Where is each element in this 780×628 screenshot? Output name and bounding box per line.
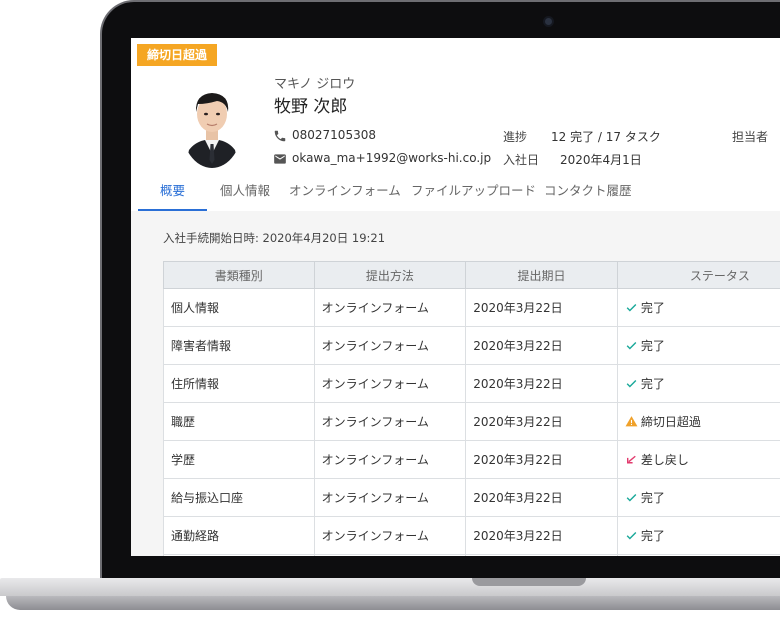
tab-bar: 概要 個人情報 オンラインフォーム ファイルアップロード コンタクト履歴: [131, 179, 780, 211]
due-date-cell: 2020年3月22日: [465, 326, 618, 365]
tab-contact-history[interactable]: コンタクト履歴: [544, 179, 632, 209]
table-row[interactable]: 住所情報 オンラインフォーム 2020年3月22日 完了: [163, 364, 780, 403]
status-cell: 完了: [616, 516, 780, 555]
documents-table: 書類種別 提出方法 提出期日 ステータス 個人情報 オンラインフォーム 2020…: [163, 261, 780, 556]
warning-icon: [625, 416, 638, 427]
phone-icon: [274, 130, 286, 142]
table-header-row: 書類種別 提出方法 提出期日 ステータス: [163, 261, 780, 289]
due-date-cell: 2020年3月22日: [465, 440, 618, 479]
check-icon: [626, 380, 637, 388]
due-date-cell: 2020年3月22日: [465, 364, 618, 403]
due-date-cell: [465, 554, 618, 556]
due-date-cell: 2020年3月22日: [465, 478, 618, 517]
webcam: [545, 18, 552, 25]
mail-icon: [274, 154, 286, 164]
submission-method-cell: オンラインフォーム: [313, 478, 467, 517]
tab-personal-info[interactable]: 個人情報: [220, 179, 270, 209]
column-header-due-date[interactable]: 提出期日: [465, 261, 618, 289]
document-type-cell: 給与振込口座: [163, 478, 315, 517]
check-icon: [626, 494, 637, 502]
employee-name: 牧野 次郎: [274, 97, 348, 117]
check-icon: [626, 532, 637, 540]
avatar-portrait: [181, 80, 243, 168]
status-cell: 完了: [616, 326, 780, 365]
check-icon: [626, 304, 637, 312]
status-label: 完了: [640, 301, 665, 315]
due-date-cell: 2020年3月22日: [465, 516, 618, 555]
progress-label: 進捗: [503, 130, 528, 144]
employee-name-kana: マキノ ジロウ: [274, 77, 356, 92]
table-body: 個人情報 オンラインフォーム 2020年3月22日 完了 障害者情報 オンライン…: [163, 288, 780, 556]
column-header-document-type[interactable]: 書類種別: [163, 261, 315, 289]
column-header-submission-method[interactable]: 提出方法: [313, 261, 467, 289]
submission-method-cell: オンラインフォーム: [313, 326, 467, 365]
submission-method-cell: オンラインフォーム: [313, 440, 467, 479]
tab-online-form[interactable]: オンラインフォーム: [289, 179, 401, 209]
document-type-cell: 通勤経路: [163, 516, 315, 555]
status-cell: 完了: [616, 364, 780, 403]
submission-method-cell: オンラインフォーム: [313, 364, 467, 403]
submission-method-cell: [313, 554, 467, 556]
document-type-cell: 職歴: [163, 402, 315, 441]
table-row[interactable]: 個人情報 オンラインフォーム 2020年3月22日 完了: [163, 288, 780, 327]
laptop-base-bottom: [6, 596, 780, 610]
overview-content: 入社手続開始日時: 2020年4月20日 19:21 書類種別 提出方法 提出期…: [131, 211, 780, 556]
submission-method-cell: オンラインフォーム: [313, 516, 467, 555]
app-screen: 締切日超過 マキノ ジロウ 牧野 次郎 08027105308 okawa_ma…: [131, 38, 780, 556]
status-label: 完了: [640, 377, 665, 391]
document-type-cell: 障害者情報: [163, 326, 315, 365]
progress-value: 12 完了 / 17 タスク: [551, 130, 661, 144]
status-cell: [616, 554, 780, 556]
overdue-badge: 締切日超過: [137, 44, 218, 66]
status-label: 完了: [640, 491, 665, 505]
table-row[interactable]: 障害者情報 オンラインフォーム 2020年3月22日 完了: [163, 326, 780, 365]
laptop-base-top: [0, 578, 780, 596]
table-row[interactable]: 通勤経路 オンラインフォーム 2020年3月22日 完了: [163, 516, 780, 555]
document-type-cell: 学歴: [163, 440, 315, 479]
status-cell: 完了: [616, 478, 780, 517]
join-date-label: 入社日: [503, 153, 540, 167]
laptop-base: [0, 578, 780, 628]
submission-method-cell: オンラインフォーム: [313, 402, 467, 441]
column-header-status[interactable]: ステータス: [616, 261, 780, 289]
document-type-cell: 個人情報: [163, 288, 315, 327]
status-label: 差し戻し: [640, 453, 689, 467]
procedure-start-datetime: 入社手続開始日時: 2020年4月20日 19:21: [163, 231, 386, 245]
join-date-value: 2020年4月1日: [560, 153, 642, 167]
avatar: [181, 80, 243, 168]
table-row[interactable]: 学歴 オンラインフォーム 2020年3月22日 差し戻し: [163, 440, 780, 479]
phone-number: 08027105308: [292, 128, 376, 142]
tab-overview[interactable]: 概要: [138, 179, 207, 211]
status-cell: 完了: [616, 288, 780, 327]
due-date-cell: 2020年3月22日: [465, 288, 618, 327]
email-address[interactable]: okawa_ma+1992@works-hi.co.jp: [292, 151, 491, 165]
status-label: 締切日超過: [640, 415, 701, 429]
table-row[interactable]: 職歴 オンラインフォーム 2020年3月22日 締切日超過: [163, 402, 780, 441]
tab-file-upload[interactable]: ファイルアップロード: [411, 179, 536, 209]
status-label: 完了: [640, 339, 665, 353]
status-label: 完了: [640, 529, 665, 543]
table-row[interactable]: 給与振込口座 オンラインフォーム 2020年3月22日 完了: [163, 478, 780, 517]
due-date-cell: 2020年3月22日: [465, 402, 618, 441]
document-type-cell: [163, 554, 315, 556]
laptop-opening-notch: [472, 578, 586, 586]
owner-label: 担当者: [732, 130, 769, 144]
return-arrow-icon: [626, 455, 636, 464]
document-type-cell: 住所情報: [163, 364, 315, 403]
table-row[interactable]: [163, 554, 780, 556]
check-icon: [626, 342, 637, 350]
status-cell: 締切日超過: [616, 402, 780, 441]
status-cell: 差し戻し: [616, 440, 780, 479]
employee-header: 締切日超過 マキノ ジロウ 牧野 次郎 08027105308 okawa_ma…: [131, 38, 780, 212]
submission-method-cell: オンラインフォーム: [313, 288, 467, 327]
